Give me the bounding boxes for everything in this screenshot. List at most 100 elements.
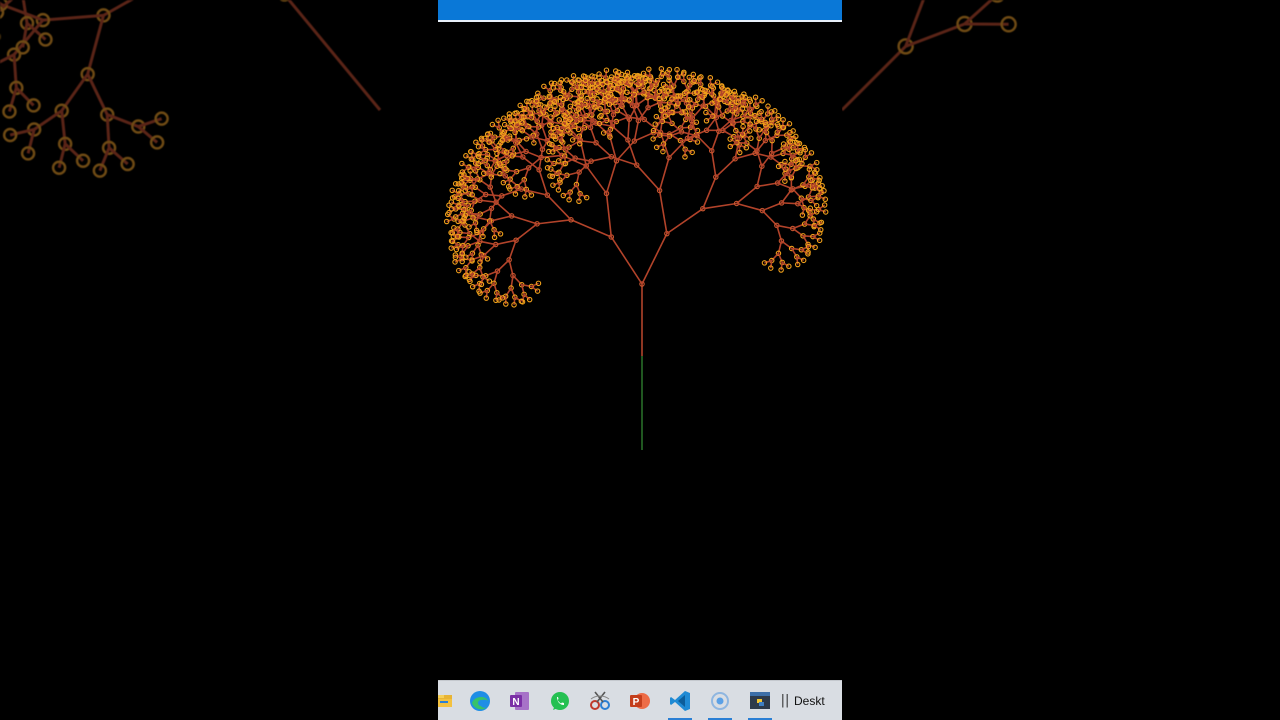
- tree-branch: [569, 183, 578, 193]
- tree-branch: [605, 193, 613, 238]
- tree-branch: [504, 287, 512, 297]
- taskbar-desktop-label[interactable]: Deskt: [790, 694, 825, 708]
- tree-branch: [963, 0, 994, 26]
- tree-branch: [86, 14, 105, 75]
- tree-branch: [513, 297, 516, 305]
- tree-branch: [627, 119, 631, 140]
- tree-branch: [748, 101, 752, 110]
- window-titlebar[interactable]: [438, 0, 842, 22]
- tree-node: [703, 118, 710, 124]
- taskbar-onenote[interactable]: N: [500, 681, 540, 720]
- svg-text:P: P: [633, 697, 640, 708]
- tree-branch: [610, 236, 643, 285]
- tree-branch: [523, 293, 531, 301]
- tree-branch: [287, 0, 382, 111]
- tree-branch: [680, 119, 687, 129]
- tree-branch: [680, 126, 691, 129]
- tree-branch: [491, 215, 512, 222]
- tree-branch: [511, 215, 538, 225]
- tree-branch: [558, 163, 565, 173]
- taskbar-vscode[interactable]: [660, 681, 700, 720]
- tree-branch: [842, 45, 907, 112]
- tree-branch: [761, 210, 778, 226]
- tree-branch: [688, 77, 691, 86]
- tree-branch: [736, 185, 758, 205]
- tree-branch: [471, 244, 479, 254]
- tree-branch: [760, 111, 763, 120]
- tree-branch: [769, 260, 773, 269]
- tree-branch: [590, 155, 612, 162]
- tree-branch: [579, 139, 588, 167]
- blurred-background-left: [0, 0, 438, 720]
- taskbar-snipping-tool[interactable]: [580, 681, 620, 720]
- tree-branch: [685, 91, 689, 100]
- tree-node: [486, 278, 493, 284]
- tree-branch: [658, 157, 670, 191]
- tree-branch: [495, 292, 498, 301]
- tree-branch: [741, 126, 744, 135]
- taskbar-python[interactable]: [740, 681, 780, 720]
- tree-branch: [715, 158, 736, 178]
- tree-branch: [615, 98, 626, 101]
- taskbar-separator: ||: [780, 693, 790, 708]
- tree-branch: [802, 235, 809, 245]
- background-fractal-left: [0, 0, 382, 178]
- tree-branch: [666, 94, 677, 97]
- tree-branch: [516, 179, 525, 188]
- vscode-icon: [670, 690, 690, 711]
- tree-branch: [710, 130, 720, 151]
- svg-text:N: N: [512, 697, 519, 708]
- tree-branch: [803, 235, 813, 238]
- tree-branch: [736, 202, 763, 212]
- tree-branch: [485, 159, 496, 162]
- edge-icon: [470, 690, 490, 711]
- tree-branch: [563, 155, 567, 164]
- tree-branch: [536, 219, 572, 225]
- tree-branch: [756, 166, 763, 187]
- tree-branch: [509, 171, 518, 180]
- python-icon: [750, 691, 770, 709]
- tree-branch: [636, 164, 661, 191]
- tree-branch: [611, 125, 629, 141]
- tree-branch: [532, 135, 535, 143]
- tree-node: [548, 114, 554, 120]
- tree-branch: [662, 135, 671, 145]
- tree-branch: [784, 161, 787, 170]
- tree-branch: [641, 233, 668, 285]
- taskbar-cortana[interactable]: [700, 681, 740, 720]
- tree-branch: [576, 114, 587, 117]
- taskbar-file-explorer[interactable]: [438, 681, 460, 720]
- tree-branch: [762, 202, 782, 212]
- tree-branch: [15, 86, 35, 107]
- taskbar-edge[interactable]: [460, 681, 500, 720]
- powerpoint-icon: P: [630, 692, 650, 709]
- tree-branch: [42, 13, 104, 22]
- tree-branch: [771, 252, 780, 262]
- tree-branch: [102, 0, 134, 17]
- tree-branch: [742, 115, 753, 118]
- tree-branch: [570, 219, 612, 238]
- tree-branch: [479, 254, 483, 263]
- fractal-tree-drawing: [443, 66, 829, 450]
- taskbar-whatsapp[interactable]: [540, 681, 580, 720]
- tree-branch: [702, 176, 717, 209]
- tree-node: [991, 0, 1004, 3]
- tree-branch: [764, 124, 768, 133]
- tree-branch: [738, 144, 741, 153]
- tree-branch: [0, 53, 15, 64]
- tree-branch: [803, 215, 811, 225]
- tree-node: [556, 117, 562, 123]
- tree-branch: [755, 121, 758, 130]
- background-fractal-right: [842, 0, 1017, 112]
- turtle-graphics-window: N P || Deskt: [438, 0, 842, 720]
- tree-branch: [666, 208, 704, 235]
- tree-branch: [725, 94, 729, 103]
- tree-branch: [671, 111, 682, 114]
- taskbar-powerpoint[interactable]: P: [620, 681, 660, 720]
- tree-branch: [465, 259, 473, 269]
- tree-branch: [585, 165, 608, 194]
- tree-branch: [578, 193, 581, 202]
- tree-branch: [540, 154, 562, 159]
- tree-node: [526, 296, 533, 303]
- tree-branch: [756, 182, 778, 188]
